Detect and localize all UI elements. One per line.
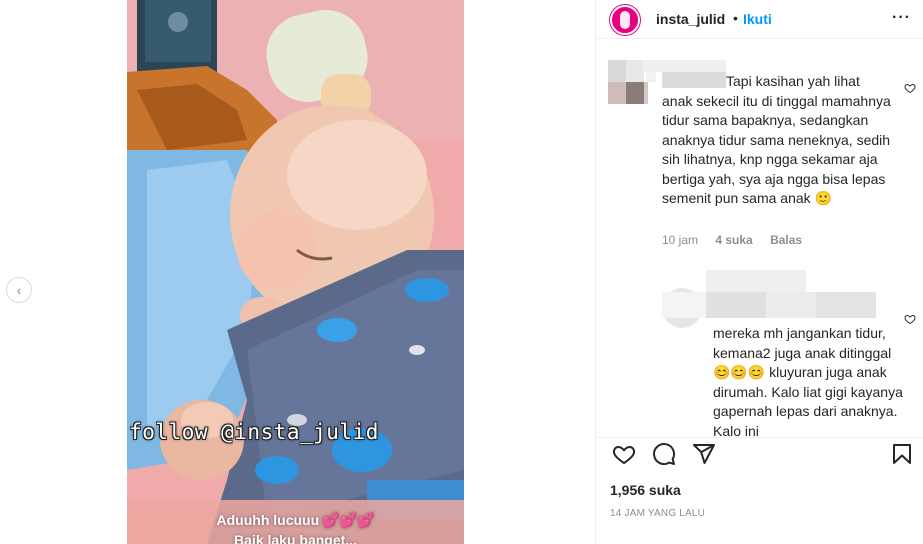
previous-post-button[interactable]: ‹: [6, 277, 32, 303]
username-link[interactable]: insta_julid: [656, 11, 725, 27]
likes-count[interactable]: 1,956 suka: [610, 482, 681, 498]
heart-icon[interactable]: [612, 442, 636, 466]
separator-dot: •: [733, 10, 738, 26]
comment-1-like-icon[interactable]: [904, 82, 916, 94]
comment-1-likes[interactable]: 4 suka: [715, 233, 752, 247]
post-media-area: ‹ follow @insta_julid Aduuhh lucuuu 💕💕💕 …: [0, 0, 595, 544]
baby-photo: [127, 0, 464, 544]
post-dialog: ‹ follow @insta_julid Aduuhh lucuuu 💕💕💕 …: [0, 0, 923, 544]
post-header: insta_julid • Ikuti ···: [596, 0, 923, 39]
comment-2-like-icon[interactable]: [904, 313, 916, 325]
hearts-emoji: 💕💕💕: [322, 512, 375, 528]
post-video-frame[interactable]: [127, 0, 464, 544]
video-overlay-follow-text: follow @insta_julid: [129, 420, 379, 444]
post-side-panel: insta_julid • Ikuti ··· Tapi kasihan yah…: [595, 0, 923, 544]
caption-line-2: Baik laku banget...: [234, 532, 357, 544]
post-actions-bar: [596, 437, 923, 467]
comment-1-meta: 10 jam 4 suka Balas: [662, 233, 816, 247]
more-options-icon[interactable]: ···: [892, 9, 911, 27]
send-icon[interactable]: [692, 442, 716, 466]
comment-2-text: mereka mh jangankan tidur, kemana2 juga …: [713, 325, 903, 437]
comment-1-reply-button[interactable]: Balas: [770, 233, 802, 247]
chevron-left-icon: ‹: [16, 282, 22, 298]
comment-1-text: Tapi kasihan yah lihat anak sekecil itu …: [662, 73, 891, 206]
avatar[interactable]: [610, 5, 640, 35]
post-timestamp[interactable]: 14 JAM YANG LALU: [610, 508, 705, 519]
bookmark-icon[interactable]: [890, 442, 914, 466]
video-overlay-caption: Aduuhh lucuuu 💕💕💕 Baik laku banget...: [127, 510, 464, 544]
caption-line-1: Aduuhh lucuuu: [216, 512, 320, 528]
comment-1-time[interactable]: 10 jam: [662, 233, 698, 247]
comment-icon[interactable]: [652, 442, 676, 466]
follow-button[interactable]: Ikuti: [743, 11, 772, 27]
comments-list[interactable]: Tapi kasihan yah lihat anak sekecil itu …: [596, 40, 923, 437]
